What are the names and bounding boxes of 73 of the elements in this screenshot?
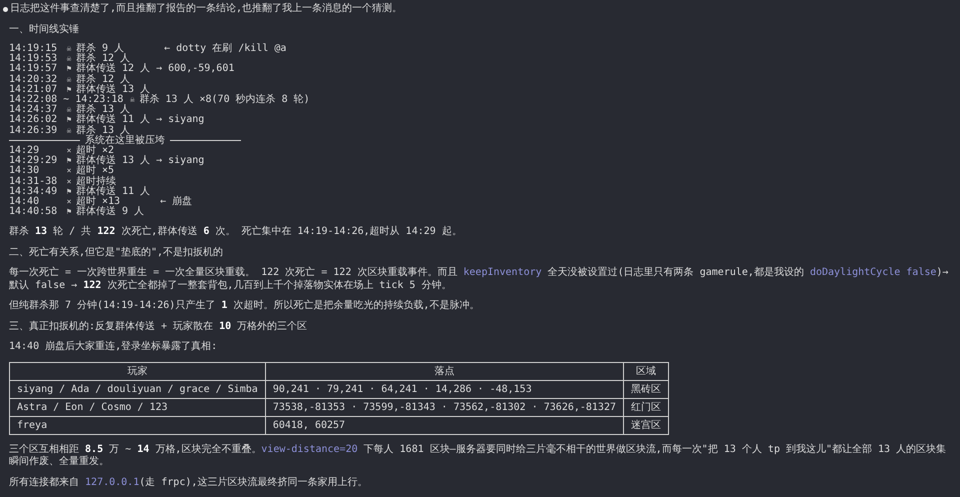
table-cell: freya: [10, 416, 266, 434]
event-marker: ☠: [66, 105, 72, 116]
timestamp: 14:19:15: [9, 44, 58, 54]
table-cell: siyang / Ada / douliyuan / grace / Simba: [10, 380, 266, 398]
paragraph-text: 一、时间线实锤: [9, 24, 80, 36]
event-marker: ×: [66, 176, 72, 187]
paragraph-text: 每一次死亡 = 一次跨世界重生 = 一次全量区块重载。 122 次死亡 = 122 次区块重载事件。而且 keepInventory 全天没被设置过(日志里只有两条 gamerule,都是我设的 doDaylightCycle false)→ 默认 false → 122 次死亡全都掉了一整套背包,几百到上千个掉落物实体在场上 tick 5 分钟。: [9, 267, 950, 292]
paragraph-text: 二、死亡有关系,但它是"垫底的",不是扣扳机的: [9, 246, 224, 260]
event-text: 群体传送 13 人: [76, 84, 150, 95]
table-cell: 迷宫区: [624, 416, 668, 434]
event-marker: ☠: [66, 126, 72, 136]
event-text: 超时 ×13: [76, 197, 120, 208]
event-text: 群体传送 11 人: [76, 186, 150, 197]
event-marker: ×: [66, 166, 72, 177]
table-cell: Astra / Eon / Cosmo / 123: [10, 398, 266, 416]
column-header: 区域: [624, 362, 668, 380]
paragraph-text: 群杀 13 轮 / 共 122 次死亡,群体传送 6 次。 死亡集中在 14:19-14:26,超时从 14:29 起。: [9, 226, 463, 239]
table-cell: 60418, 60257: [265, 416, 624, 434]
paragraph-text: 14:40 崩盘后大家重连,登录坐标暴露了真相:: [9, 341, 218, 354]
event-marker: ⚑: [66, 84, 72, 96]
timestamp: 14:19:57: [9, 64, 58, 74]
event-marker: ☠: [66, 44, 72, 54]
timestamp: 14:40:58: [9, 207, 58, 218]
event-text: 群体传送 11 人 → siyang: [76, 115, 204, 126]
timestamp: 14:29: [9, 146, 40, 156]
timestamp: 14:30: [9, 166, 40, 176]
event-marker: ×: [66, 146, 72, 156]
event-text: 群杀 12 人: [76, 54, 130, 64]
message-text: 日志把这件事查清楚了,而且推翻了报告的一条结论,也推翻了我上一条消息的一个猜测。: [10, 3, 402, 16]
timestamp: 14:26:39: [9, 126, 58, 136]
event-marker: ☠: [130, 95, 136, 106]
table-cell: 90,241 · 79,241 · 64,241 · 14,286 · -48,153: [265, 380, 624, 398]
event-text: 群杀 13 人: [76, 126, 130, 136]
paragraph-text: 三、真正扣扳机的:反复群体传送 + 玩家散在 10 万格外的三个区: [9, 320, 308, 334]
event-text: 群体传送 9 人: [76, 207, 144, 218]
timestamp: 14:19:53: [9, 54, 58, 64]
bullet-icon: [3, 6, 8, 12]
event-note: ← dotty 在刷 /kill @a: [164, 44, 286, 54]
event-text: 超时 ×5: [76, 166, 114, 176]
event-marker: ⚑: [66, 64, 72, 75]
event-text: 群杀 13 人: [76, 105, 130, 116]
timestamp: 14:29:29: [9, 156, 58, 166]
timestamp: 14:24:37: [9, 105, 58, 116]
column-header: 落点: [265, 362, 624, 380]
event-marker: ⚑: [66, 207, 72, 218]
event-text: 超时持续: [76, 176, 116, 187]
table-cell: 黑砖区: [624, 380, 668, 398]
event-marker: ⚑: [66, 186, 72, 198]
divider-label: 系统在这里被压垮: [85, 136, 165, 146]
event-marker: ☠: [66, 74, 72, 85]
timestamp: 14:31-38: [9, 176, 58, 187]
event-text: 超时 ×2: [76, 146, 114, 156]
event-text: 群杀 9 人: [76, 44, 124, 54]
timestamp: 14:22:08 ~ 14:23:18: [9, 95, 124, 106]
timestamp: 14:20:32: [9, 74, 58, 85]
column-header: 玩家: [10, 362, 266, 380]
timestamp: 14:26:02: [9, 115, 58, 126]
event-text: 群体传送 12 人 → 600,-59,601: [76, 64, 234, 74]
paragraph-text: 所有连接都来自 127.0.0.1(走 frpc),这三片区块流最终挤同一条家用上行。: [9, 476, 368, 490]
timestamp: 14:40: [9, 197, 40, 208]
table-cell: 红门区: [624, 398, 668, 416]
timestamp: 14:21:07: [9, 84, 58, 95]
event-marker: ☠: [66, 54, 72, 64]
event-marker: ×: [66, 197, 72, 208]
event-marker: ⚑: [66, 156, 72, 166]
table-cell: 73538,-81353 · 73599,-81343 · 73562,-81302 · 73626,-81327: [265, 398, 624, 416]
timestamp: 14:34:49: [9, 186, 58, 197]
event-text: 群杀 12 人: [76, 74, 130, 85]
paragraph-text: 三个区互相相距 8.5 万 ~ 14 万格,区块完全不重叠。view-distance=20 下每人 1681 区块—服务器要同时给三片毫不相干的世界做区块流,而每一次"把 13 个人 tp 到我这儿"都让全部 13 人的区块集瞬间作废、全量重发。: [9, 444, 948, 469]
event-marker: ⚑: [66, 115, 72, 126]
event-text: 群杀 13 人 ×8(70 秒内连杀 8 轮): [139, 95, 310, 106]
event-note: ← 崩盘: [160, 197, 192, 208]
paragraph-text: 但纯群杀那 7 分钟(14:19-14:26)只产生了 1 次超时。所以死亡是把余量吃光的持续负载,不是脉冲。: [9, 300, 480, 313]
